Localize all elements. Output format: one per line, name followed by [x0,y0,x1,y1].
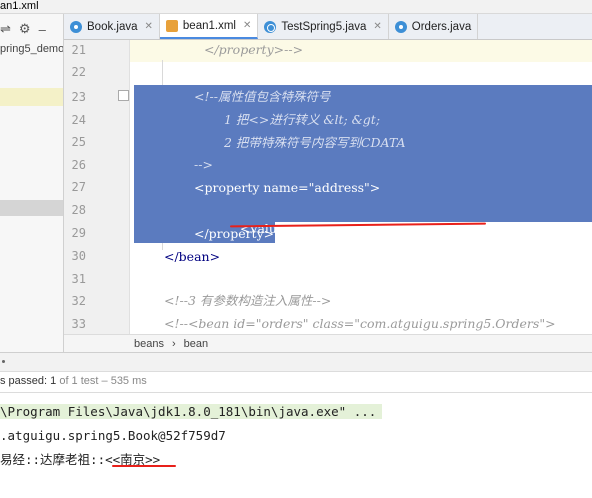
console-line-command: \Program Files\Java\jdk1.8.0_181\bin\jav… [0,404,383,419]
test-class-icon [264,20,277,33]
line-number: 26 [71,158,86,172]
console-output[interactable]: \Program Files\Java\jdk1.8.0_181\bin\jav… [0,392,592,498]
tab-testspring5-java[interactable]: TestSpring5.java ✕ [258,14,389,39]
run-panel-header [0,352,592,372]
line-number: 29 [71,226,86,240]
code-line-21[interactable]: </property>--> [204,41,303,59]
sort-icon[interactable]: ⇌ [0,21,11,37]
minimize-icon[interactable]: – [39,22,46,37]
test-status-suffix: of 1 test [56,375,99,387]
tab-label: Orders.java [411,20,472,33]
tab-label: Book.java [87,20,138,33]
project-toolbar: ⇌ ⚙ – [0,18,63,40]
close-icon[interactable]: ✕ [243,20,251,31]
chevron-right-icon: › [171,337,176,350]
gear-icon[interactable]: ⚙ [19,21,31,37]
java-class-icon [70,20,82,33]
code-line-26[interactable]: --> [194,156,213,174]
project-tree-root[interactable]: pring5_demo1 [0,43,63,55]
close-icon[interactable]: ✕ [145,21,153,32]
line-number: 32 [71,294,86,308]
tab-orders-java[interactable]: Orders.java [389,14,479,39]
line-number: 24 [71,113,86,127]
code-line-25[interactable]: 2 把带特殊符号内容写到CDATA [224,134,406,152]
editor-tab-bar: Book.java ✕ bean1.xml ✕ TestSpring5.java… [64,14,592,40]
project-tree-selected-row[interactable] [0,88,63,106]
project-tree-highlight-row[interactable] [0,200,63,216]
code-line-30[interactable]: </bean> [164,248,220,266]
test-status-prefix: s passed: [0,375,51,387]
code-line-32[interactable]: <!--3 有参数构造注入属性--> [164,292,331,310]
current-line-highlight [130,40,592,62]
tab-label: bean1.xml [182,19,236,32]
code-line-29[interactable]: </property> [194,225,274,243]
breadcrumb-item-bean[interactable]: bean [184,338,208,350]
window-title-text: an1.xml [0,0,39,12]
line-number: 31 [71,272,86,286]
console-line-book: .atguigu.spring5.Book@52f759d7 [0,428,226,443]
line-number: 33 [71,317,86,331]
code-line-23[interactable]: <!--属性值包含特殊符号 [194,88,330,106]
line-number: 25 [71,135,86,149]
tab-label: TestSpring5.java [281,20,367,33]
annotation-underline [112,465,176,467]
xml-file-icon [165,19,178,32]
breadcrumb: beans › bean [64,334,592,352]
tab-book-java[interactable]: Book.java ✕ [64,14,160,39]
code-line-27[interactable]: <property name="address"> [194,179,380,197]
window-title: an1.xml [0,0,592,14]
code-line-33[interactable]: <!--<bean id="orders" class="com.atguigu… [164,315,556,333]
code-editor[interactable]: 21 22 23 24 25 26 27 28 29 30 31 32 33 <… [64,40,592,334]
test-status: s passed: 1 of 1 test – 535 ms [0,375,147,387]
line-number: 21 [71,43,86,57]
line-number: 28 [71,203,86,217]
close-icon[interactable]: ✕ [373,21,381,32]
test-status-time: – 535 ms [98,375,147,387]
project-panel: ⇌ ⚙ – pring5_demo1 [0,14,64,352]
run-header-dot [2,360,5,363]
line-number: 27 [71,180,86,194]
code-line-24[interactable]: 1 把<>进行转义 &lt; &gt; [224,111,380,129]
breadcrumb-item-beans[interactable]: beans [134,338,164,350]
tab-bean1-xml[interactable]: bean1.xml ✕ [159,14,259,39]
java-class-icon [394,20,407,33]
line-gutter: 21 22 23 24 25 26 27 28 29 30 31 32 33 [64,40,130,334]
line-number: 22 [71,65,86,79]
fold-icon[interactable] [118,90,129,101]
line-number: 30 [71,249,86,263]
line-number: 23 [71,90,86,104]
